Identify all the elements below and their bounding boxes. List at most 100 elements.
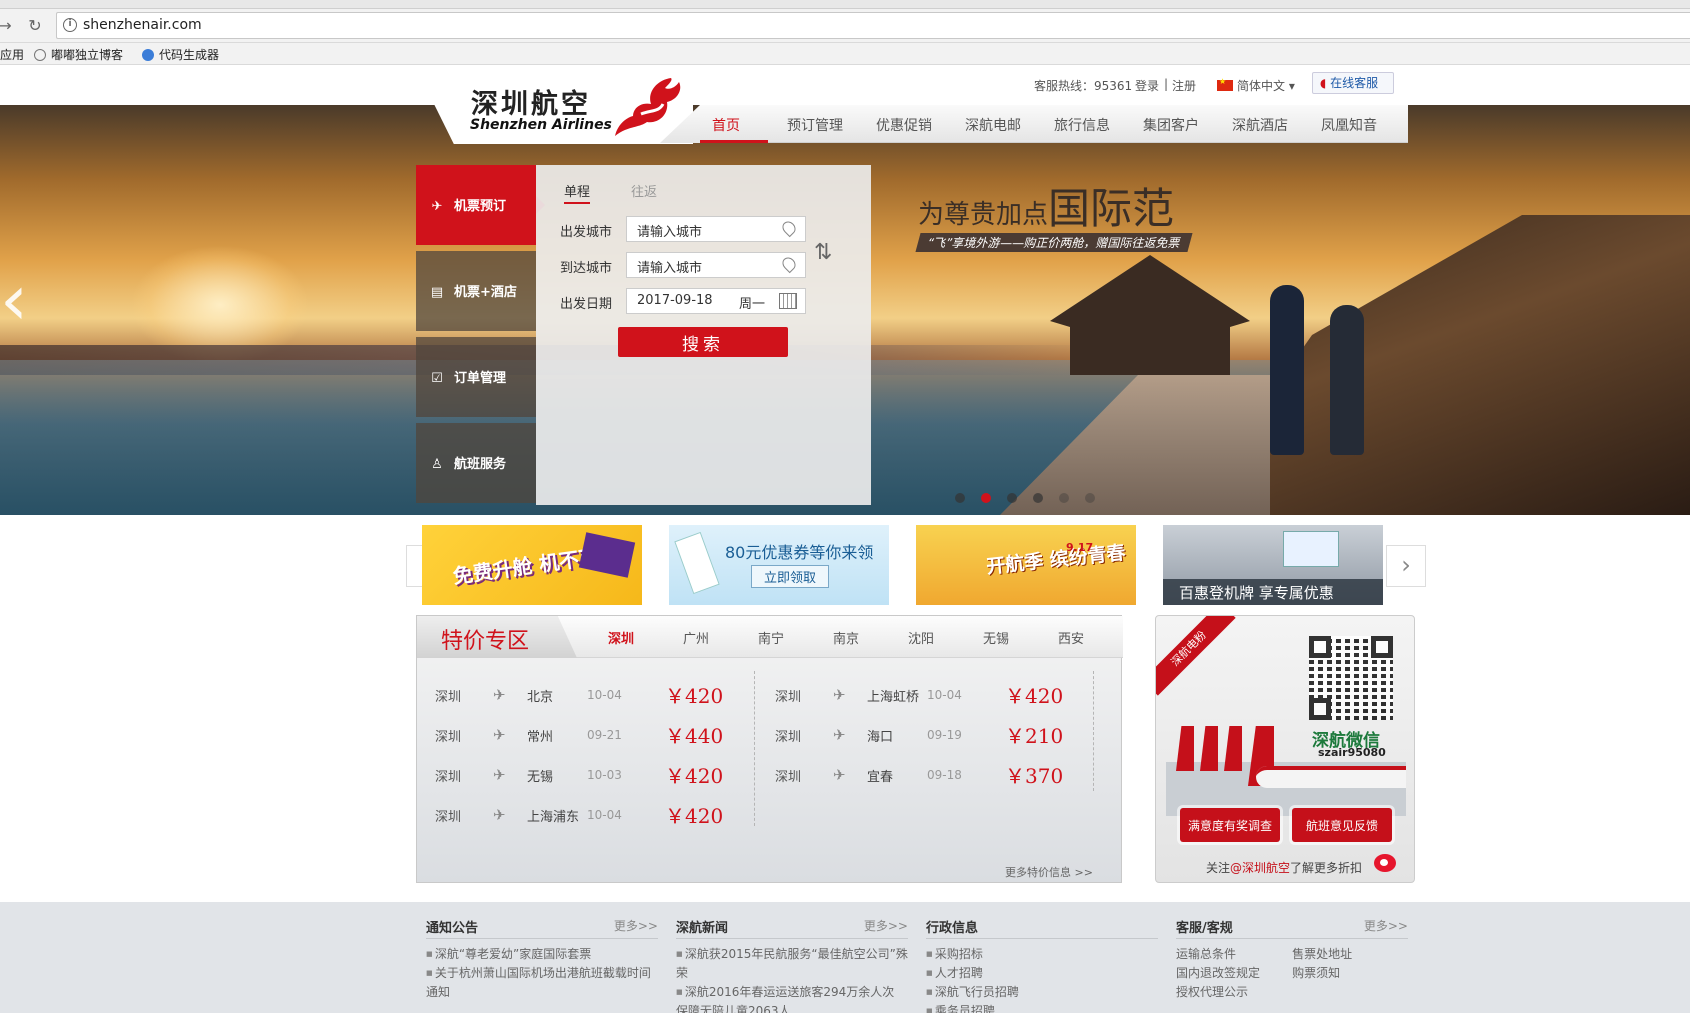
bookmarks-bar: 应用 嘟嘟独立博客 代码生成器: [0, 43, 1690, 65]
departure-date-input[interactable]: 2017-09-18 周一: [626, 288, 806, 314]
from-city-input[interactable]: 请输入城市: [626, 216, 806, 242]
hotel-icon: ▤: [430, 285, 444, 300]
browser-addressbar: → ↻ i shenzhenair.com: [0, 9, 1690, 43]
site-info-icon[interactable]: i: [63, 18, 77, 32]
slide-dot[interactable]: [1007, 493, 1017, 503]
footer-admin-info: 行政信息 采购招标 人才招聘 深航飞行员招聘 乘务员招聘: [926, 917, 1158, 1013]
plane-icon: ✈: [833, 766, 846, 784]
list-item[interactable]: 乘务员招聘: [926, 1002, 1158, 1013]
promo-free-upgrade[interactable]: 免费升舱 机不可失: [422, 525, 642, 605]
bookmark-favicon-icon: [34, 49, 46, 61]
bookmark-code-generator[interactable]: 代码生成器: [142, 46, 219, 63]
location-pin-icon: [779, 254, 799, 274]
more-link[interactable]: 更多>>: [864, 917, 908, 934]
swap-cities-icon[interactable]: ⇅: [814, 240, 832, 265]
plane-icon: ✈: [493, 806, 506, 824]
more-deals-link[interactable]: 更多特价信息 >>: [1005, 864, 1093, 880]
tab-flight-booking[interactable]: ✈ 机票预订: [416, 165, 545, 245]
booking-form: 单程 往返 出发城市 请输入城市 到达城市 请输入城市 ⇅ 出发日期 2017-…: [536, 165, 871, 505]
list-item[interactable]: 人才招聘: [926, 964, 1158, 983]
ribbon-badge: 深航电粉: [1156, 616, 1236, 696]
slide-dot[interactable]: [1085, 493, 1095, 503]
footer-customer-service: 客服/客规 更多>> 运输总条件 售票处地址 国内退改签规定 购票须知 授权代理…: [1176, 917, 1408, 1013]
promo-next-arrow-icon[interactable]: ›: [1386, 545, 1426, 587]
list-item[interactable]: 运输总条件: [1176, 945, 1288, 964]
weibo-follow-text[interactable]: 关注@深圳航空了解更多折扣: [1206, 859, 1362, 876]
plane-icon: ✈: [431, 199, 443, 214]
logo-text-cn[interactable]: 深圳航空: [471, 82, 591, 121]
deal-city-tab[interactable]: 南京: [833, 628, 859, 647]
url-text[interactable]: shenzhenair.com: [83, 17, 202, 33]
booking-tabs: ✈ 机票预订 ▤ 机票+酒店 ☑ 订单管理 ♙ 航班服务: [416, 165, 545, 505]
nav-promotions[interactable]: 优惠促销: [876, 115, 932, 135]
to-city-label: 到达城市: [560, 261, 613, 276]
deal-city-tab[interactable]: 广州: [683, 628, 709, 647]
calendar-icon[interactable]: [779, 293, 797, 309]
promo-new-route[interactable]: 开航季 缤纷青春 9.17: [916, 525, 1136, 605]
footer-news: 深航新闻 更多>> 深航获2015年民航服务“最佳航空公司”殊荣 深航2016年…: [676, 917, 908, 1013]
deal-city-tab[interactable]: 沈阳: [908, 628, 934, 647]
tab-order-management[interactable]: ☑ 订单管理: [416, 337, 536, 417]
tab-flight-hotel[interactable]: ▤ 机票+酒店: [416, 251, 536, 331]
promo-coupon[interactable]: 80元优惠券等你来领 立即领取: [669, 525, 889, 605]
search-button[interactable]: 搜索: [618, 327, 788, 357]
list-item[interactable]: 采购招标: [926, 945, 1158, 964]
flight-feedback-button[interactable]: 航班意见反馈: [1292, 808, 1392, 842]
list-item[interactable]: 关于杭州萧山国际机场出港航班截载时间通知: [426, 964, 658, 1002]
ticket-graphic: [578, 532, 636, 578]
hero-prev-arrow-icon[interactable]: ‹: [0, 265, 36, 345]
deal-city-tab[interactable]: 深圳: [608, 628, 634, 647]
footer-notices: 通知公告 更多>> 深航“尊老爱幼”家庭国际套票 关于杭州萧山国际机场出港航班截…: [426, 917, 658, 1013]
nav-group-clients[interactable]: 集团客户: [1143, 115, 1199, 135]
trip-oneway-tab[interactable]: 单程: [564, 181, 591, 204]
departure-date-label: 出发日期: [560, 297, 613, 312]
more-link[interactable]: 更多>>: [614, 917, 658, 934]
nav-hotels[interactable]: 深航酒店: [1232, 115, 1288, 135]
trip-roundtrip-tab[interactable]: 往返: [631, 181, 657, 200]
list-item[interactable]: 国内退改签规定: [1176, 964, 1288, 983]
bookmark-dudu-blog[interactable]: 嘟嘟独立博客: [34, 46, 123, 63]
weibo-icon[interactable]: [1374, 854, 1396, 872]
list-item[interactable]: 售票处地址: [1292, 945, 1404, 964]
slide-dot-active[interactable]: [981, 493, 991, 503]
nav-booking-management[interactable]: 预订管理: [787, 115, 843, 135]
plane-icon: ✈: [493, 726, 506, 744]
url-field[interactable]: i shenzhenair.com: [56, 12, 1690, 39]
plane-icon: ✈: [833, 686, 846, 704]
wechat-qr-code: [1309, 636, 1393, 720]
slide-dot[interactable]: [955, 493, 965, 503]
logo-text-en[interactable]: Shenzhen Airlines: [470, 117, 612, 133]
list-item[interactable]: 深航获2015年民航服务“最佳航空公司”殊荣: [676, 945, 908, 983]
person-icon: ♙: [431, 457, 443, 472]
traveler-figure: [1270, 285, 1304, 455]
traveler-figure: [1330, 305, 1364, 455]
slide-dot[interactable]: [1033, 493, 1043, 503]
bookmark-apps[interactable]: 应用: [0, 46, 24, 63]
footer: 通知公告 更多>> 深航“尊老爱幼”家庭国际套票 关于杭州萧山国际机场出港航班截…: [0, 902, 1690, 1013]
deal-city-tab[interactable]: 南宁: [758, 628, 784, 647]
deal-city-tab[interactable]: 西安: [1058, 628, 1084, 647]
nav-phoenix-miles[interactable]: 凤凰知音: [1321, 115, 1377, 135]
slide-dot[interactable]: [1059, 493, 1069, 503]
list-item[interactable]: 深航2016年春运运送旅客294万余人次 保障无陪儿童2063人: [676, 983, 908, 1013]
satisfaction-survey-button[interactable]: 满意度有奖调查: [1180, 808, 1280, 842]
nav-shenhang-mail[interactable]: 深航电邮: [965, 115, 1021, 135]
plane-icon: ✈: [493, 766, 506, 784]
back-arrow-icon[interactable]: →: [0, 17, 14, 35]
wechat-account-id: szair95080: [1318, 746, 1386, 759]
to-city-input[interactable]: 请输入城市: [626, 252, 806, 278]
list-item[interactable]: 授权代理公示: [1176, 983, 1288, 1002]
browser-tabstrip: [0, 0, 1690, 9]
tab-flight-service[interactable]: ♙ 航班服务: [416, 423, 536, 503]
nav-travel-info[interactable]: 旅行信息: [1054, 115, 1110, 135]
sign-graphic: [1283, 531, 1339, 567]
reload-icon[interactable]: ↻: [26, 17, 44, 35]
list-item[interactable]: 深航“尊老爱幼”家庭国际套票: [426, 945, 658, 964]
plane-icon: ✈: [833, 726, 846, 744]
nav-home[interactable]: 首页: [712, 115, 740, 135]
deal-city-tab[interactable]: 无锡: [983, 628, 1009, 647]
list-item[interactable]: 购票须知: [1292, 964, 1404, 983]
list-item[interactable]: 深航飞行员招聘: [926, 983, 1158, 1002]
more-link[interactable]: 更多>>: [1364, 917, 1408, 934]
promo-boarding-pass[interactable]: 百惠登机牌 享专属优惠: [1163, 525, 1383, 605]
